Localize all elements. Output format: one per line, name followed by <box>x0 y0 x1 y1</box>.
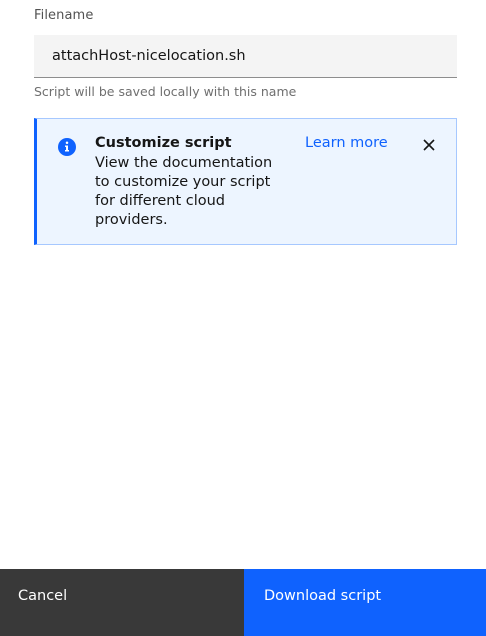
filename-input[interactable] <box>34 35 457 78</box>
notification-body: View the documentation to customize your… <box>95 155 273 228</box>
notification-title: Customize script <box>95 135 232 151</box>
learn-more-link[interactable]: Learn more <box>305 135 388 151</box>
filename-label: Filename <box>34 8 94 23</box>
modal-footer: Cancel Download script <box>0 569 486 636</box>
info-notification: Customize script View the documentation … <box>34 118 457 245</box>
close-icon[interactable] <box>417 133 441 157</box>
filename-helper-text: Script will be saved locally with this n… <box>34 84 297 99</box>
info-icon <box>57 137 77 157</box>
cancel-button[interactable]: Cancel <box>0 569 244 636</box>
download-script-button[interactable]: Download script <box>244 569 486 636</box>
